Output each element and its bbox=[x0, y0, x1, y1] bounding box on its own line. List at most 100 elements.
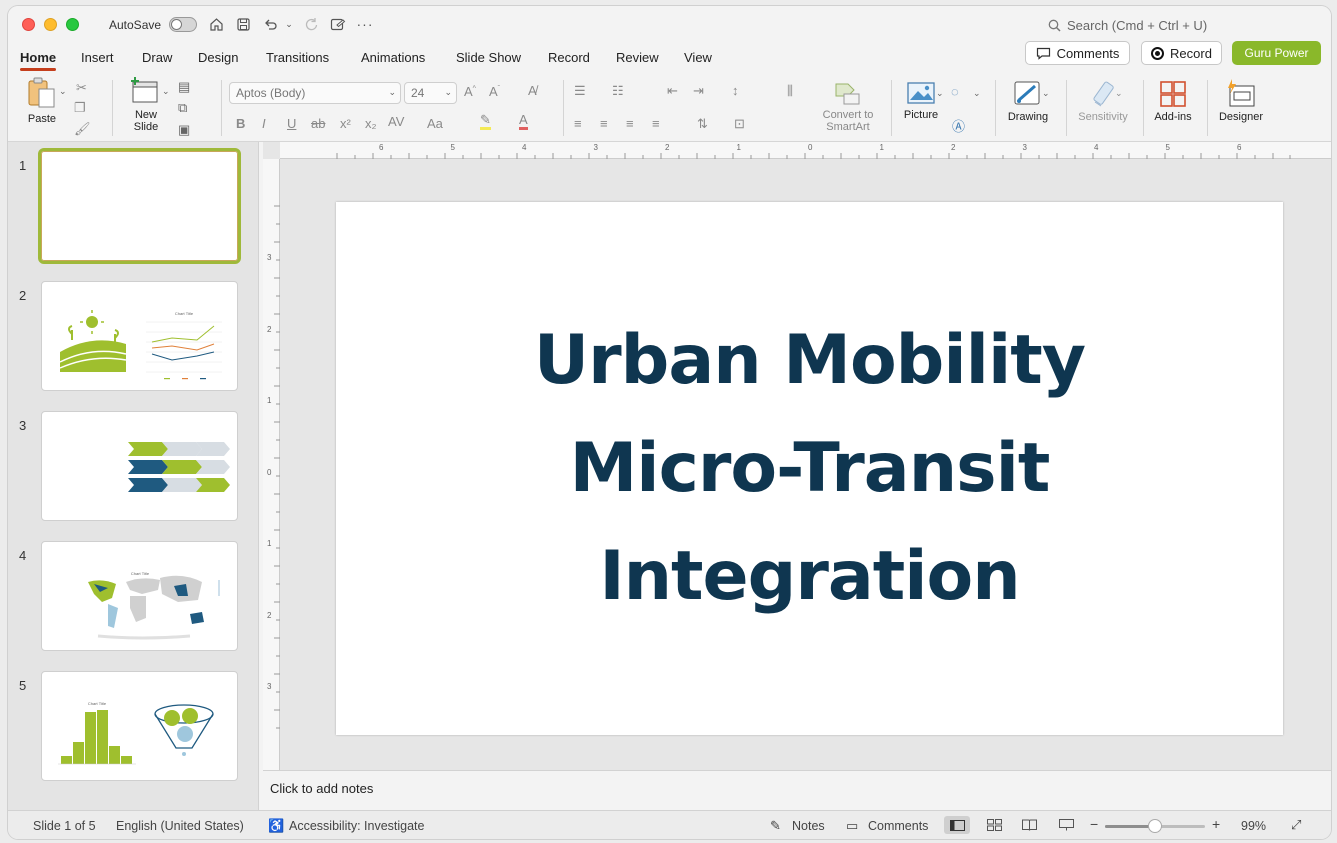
accessibility-status[interactable]: Accessibility: Investigate bbox=[289, 819, 424, 833]
align-right-icon[interactable]: ≡ bbox=[626, 116, 634, 131]
home-icon[interactable] bbox=[207, 15, 225, 33]
font-name-select[interactable]: Aptos (Body) ⌄ bbox=[229, 82, 401, 104]
notes-button[interactable]: Notes bbox=[792, 819, 825, 833]
shapes-dropdown-icon[interactable]: ⌄ bbox=[973, 88, 981, 99]
text-box-icon[interactable]: Ⓐ bbox=[952, 116, 965, 135]
close-window-button[interactable] bbox=[22, 18, 35, 31]
zoom-out-icon[interactable]: − bbox=[1090, 816, 1098, 832]
tab-slide-show[interactable]: Slide Show bbox=[456, 50, 521, 65]
zoom-slider-knob[interactable] bbox=[1148, 819, 1162, 833]
section-icon[interactable]: ▣ bbox=[178, 122, 190, 138]
reading-view-button[interactable] bbox=[1016, 816, 1042, 834]
comments-button[interactable]: Comments bbox=[1025, 41, 1130, 65]
decrease-indent-icon[interactable]: ⇤ bbox=[667, 83, 678, 99]
save-icon[interactable] bbox=[234, 15, 252, 33]
tab-draw[interactable]: Draw bbox=[142, 50, 172, 65]
slide-thumbnail-5[interactable]: Chart Title bbox=[41, 671, 238, 781]
tab-animations[interactable]: Animations bbox=[361, 50, 425, 65]
copy-icon[interactable]: ❐ bbox=[74, 100, 86, 116]
slide-thumbnail-2[interactable]: Chart Title bbox=[41, 281, 238, 391]
picture-dropdown-icon[interactable]: ⌄ bbox=[936, 88, 944, 99]
sensitivity-dropdown-icon[interactable]: ⌄ bbox=[1115, 88, 1123, 99]
search-box[interactable]: Search (Cmd + Ctrl + U) bbox=[1048, 18, 1207, 33]
comments-button-label: Comments bbox=[1056, 45, 1120, 61]
fit-to-window-icon[interactable]: ⤢ bbox=[1291, 817, 1301, 833]
highlight-icon[interactable]: ✎ bbox=[480, 113, 491, 130]
drawing-dropdown-icon[interactable]: ⌄ bbox=[1042, 88, 1050, 99]
underline-icon[interactable]: U bbox=[287, 116, 296, 131]
guru-power-button[interactable]: Guru Power bbox=[1232, 41, 1321, 65]
italic-icon[interactable]: I bbox=[262, 116, 266, 131]
clear-formatting-icon[interactable]: A̸ bbox=[528, 83, 537, 98]
decrease-font-icon[interactable]: Aˇ bbox=[489, 84, 500, 99]
ruler-number: 1 bbox=[267, 539, 272, 548]
new-slide-button[interactable]: New Slide bbox=[124, 76, 168, 133]
undo-dropdown-icon[interactable]: ⌄ bbox=[280, 15, 298, 33]
columns-icon[interactable]: ⫼ bbox=[787, 83, 793, 99]
zoom-window-button[interactable] bbox=[66, 18, 79, 31]
paste-dropdown-icon[interactable]: ⌄ bbox=[59, 86, 67, 97]
picture-button[interactable]: Picture bbox=[898, 80, 944, 121]
tab-review[interactable]: Review bbox=[616, 50, 659, 65]
redo-icon[interactable] bbox=[302, 15, 320, 33]
slide-thumbnail-panel: 1 2 Chart Title 3 4 Chart Title 5 Chart … bbox=[8, 142, 259, 812]
drawing-button[interactable]: Drawing bbox=[1003, 80, 1053, 123]
align-text-icon[interactable]: ⊡ bbox=[734, 116, 745, 132]
format-painter-icon[interactable]: 🖌 bbox=[74, 121, 91, 137]
notes-pane[interactable]: Click to add notes bbox=[263, 770, 1331, 810]
horizontal-ruler: 6 5 4 3 2 1 0 1 2 3 4 5 6 bbox=[280, 142, 1331, 159]
layout-icon[interactable]: ▤ bbox=[178, 79, 190, 95]
text-direction-icon[interactable]: ⇅ bbox=[697, 116, 708, 132]
change-case-icon[interactable]: Aa bbox=[427, 116, 443, 131]
reset-icon[interactable]: ⧉ bbox=[178, 100, 187, 116]
slideshow-button[interactable] bbox=[1053, 816, 1079, 834]
character-spacing-icon[interactable]: AV bbox=[388, 114, 404, 129]
line-spacing-icon[interactable]: ↕ bbox=[732, 83, 739, 98]
tab-home[interactable]: Home bbox=[20, 50, 57, 71]
superscript-icon[interactable]: x² bbox=[340, 116, 351, 131]
autosave-toggle[interactable] bbox=[169, 17, 197, 32]
subscript-icon[interactable]: x₂ bbox=[365, 116, 377, 131]
paste-button[interactable]: Paste bbox=[22, 76, 62, 125]
font-color-icon[interactable]: A bbox=[519, 113, 528, 130]
designer-button[interactable]: Designer bbox=[1213, 78, 1269, 123]
sensitivity-button[interactable]: Sensitivity bbox=[1072, 80, 1134, 123]
undo-icon[interactable] bbox=[261, 15, 279, 33]
tab-insert[interactable]: Insert bbox=[81, 50, 114, 65]
language-status[interactable]: English (United States) bbox=[116, 819, 244, 833]
slide-thumbnail-1[interactable] bbox=[38, 148, 241, 264]
zoom-slider[interactable] bbox=[1105, 819, 1205, 833]
bullets-icon[interactable]: ☰ bbox=[574, 83, 586, 99]
present-icon[interactable] bbox=[329, 15, 347, 33]
numbering-icon[interactable]: ☷ bbox=[612, 83, 624, 99]
increase-indent-icon[interactable]: ⇥ bbox=[693, 83, 704, 99]
cut-icon[interactable]: ✂ bbox=[76, 80, 87, 96]
increase-font-icon[interactable]: A^ bbox=[464, 84, 476, 99]
comments-status-button[interactable]: Comments bbox=[868, 819, 928, 833]
align-left-icon[interactable]: ≡ bbox=[574, 116, 582, 131]
current-slide[interactable]: Urban Mobility Micro-Transit Integration bbox=[336, 202, 1283, 735]
tab-design[interactable]: Design bbox=[198, 50, 238, 65]
justify-icon[interactable]: ≡ bbox=[652, 116, 660, 131]
zoom-percent[interactable]: 99% bbox=[1241, 819, 1266, 833]
strikethrough-icon[interactable]: ab bbox=[311, 116, 325, 131]
bold-icon[interactable]: B bbox=[236, 116, 245, 131]
align-center-icon[interactable]: ≡ bbox=[600, 116, 608, 131]
tab-record[interactable]: Record bbox=[548, 50, 590, 65]
slide-title[interactable]: Urban Mobility Micro-Transit Integration bbox=[336, 307, 1283, 631]
slide-thumbnail-4[interactable]: Chart Title bbox=[41, 541, 238, 651]
minimize-window-button[interactable] bbox=[44, 18, 57, 31]
more-icon[interactable]: ··· bbox=[356, 15, 374, 33]
tab-transitions[interactable]: Transitions bbox=[266, 50, 329, 65]
record-button[interactable]: Record bbox=[1141, 41, 1222, 65]
zoom-in-icon[interactable]: + bbox=[1212, 816, 1220, 832]
shapes-icon[interactable]: ◌ bbox=[951, 84, 959, 99]
slide-sorter-button[interactable] bbox=[981, 816, 1007, 834]
convert-to-smartart-button[interactable]: Convert to SmartArt bbox=[816, 82, 880, 133]
new-slide-dropdown-icon[interactable]: ⌄ bbox=[162, 86, 170, 97]
add-ins-button[interactable]: Add-ins bbox=[1151, 80, 1195, 123]
tab-view[interactable]: View bbox=[684, 50, 712, 65]
normal-view-button[interactable] bbox=[944, 816, 970, 834]
font-size-select[interactable]: 24 ⌄ bbox=[404, 82, 457, 104]
slide-thumbnail-3[interactable] bbox=[41, 411, 238, 521]
